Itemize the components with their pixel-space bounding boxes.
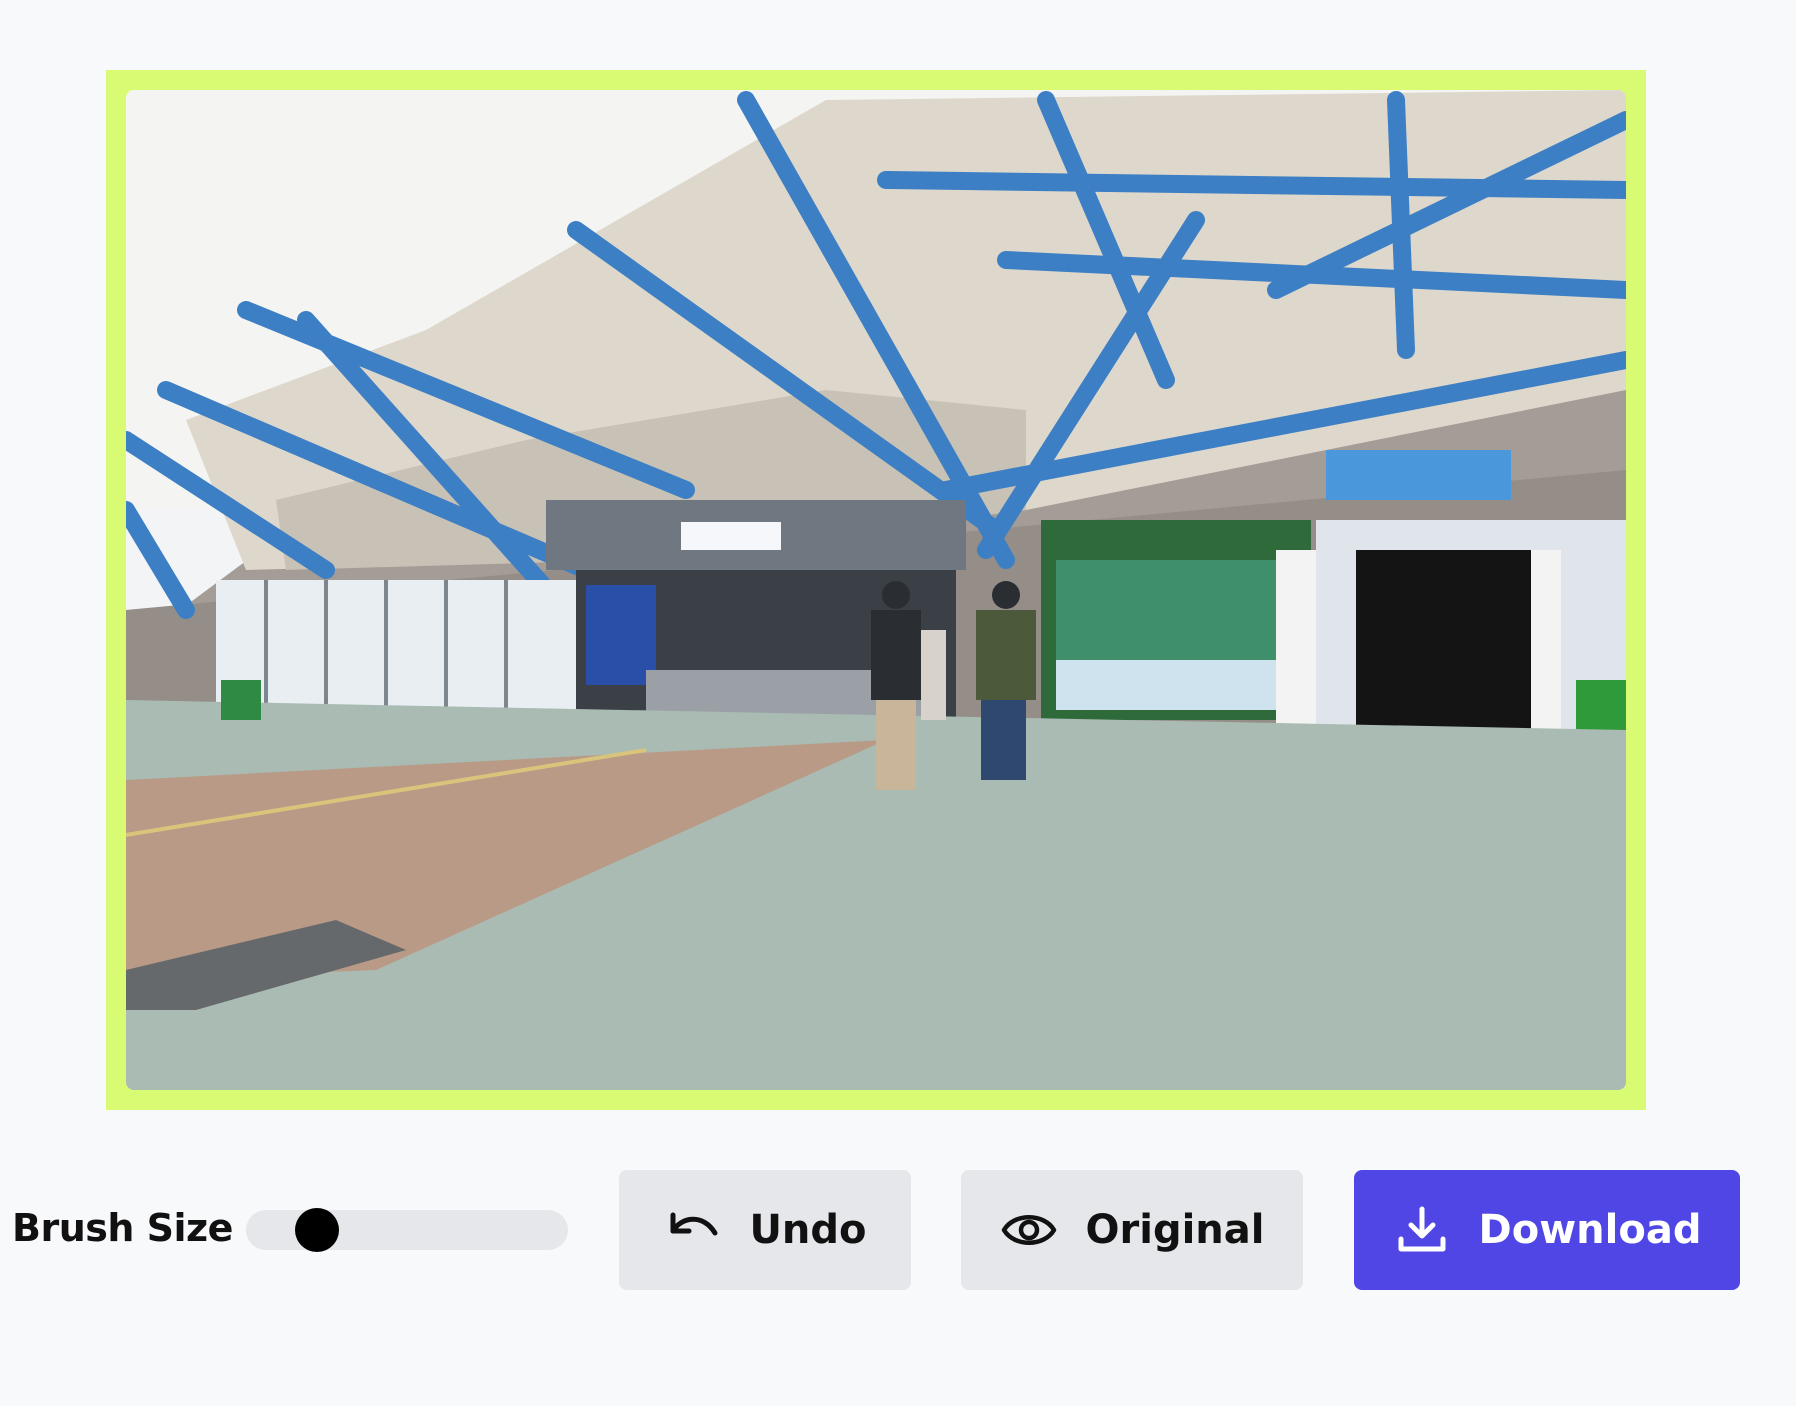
download-button[interactable]: Download bbox=[1354, 1170, 1740, 1290]
canvas-frame bbox=[106, 70, 1646, 1110]
station-photo[interactable] bbox=[126, 90, 1626, 1090]
undo-button[interactable]: Undo bbox=[619, 1170, 911, 1290]
undo-arrow-icon bbox=[663, 1201, 721, 1259]
editable-image[interactable] bbox=[126, 90, 1626, 1090]
brush-size-label: Brush Size bbox=[12, 1206, 233, 1250]
original-label: Original bbox=[1085, 1207, 1265, 1253]
undo-label: Undo bbox=[749, 1207, 867, 1253]
brush-size-slider[interactable] bbox=[246, 1208, 568, 1252]
editor-toolbar: Brush Size Undo Original Download bbox=[0, 1170, 1796, 1290]
eye-icon bbox=[1000, 1201, 1058, 1259]
original-button[interactable]: Original bbox=[961, 1170, 1303, 1290]
download-label: Download bbox=[1478, 1207, 1702, 1253]
brush-size-slider-thumb[interactable] bbox=[294, 1208, 339, 1252]
download-icon bbox=[1393, 1201, 1451, 1259]
